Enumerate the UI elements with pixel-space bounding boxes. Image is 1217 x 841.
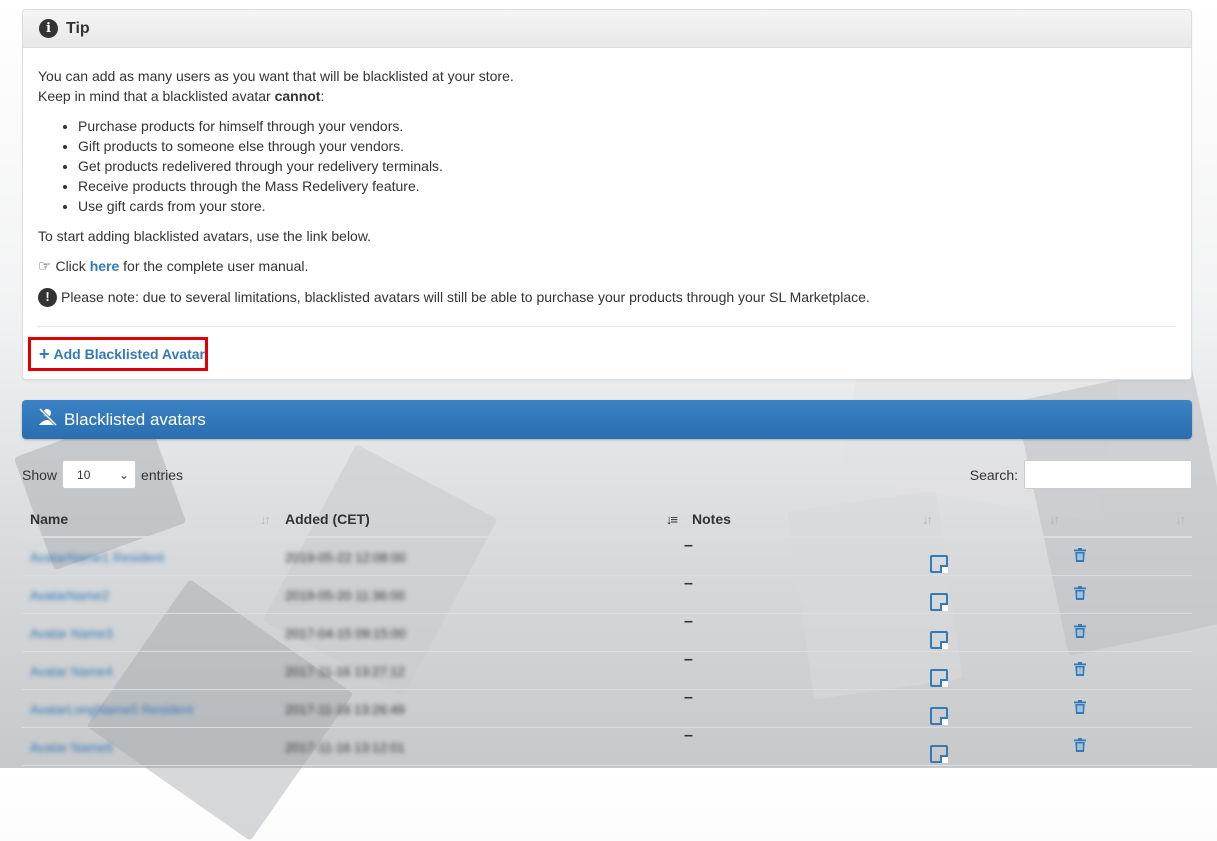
search-control: Search: [970,460,1192,489]
edit-note-icon[interactable] [930,555,948,573]
added-date: 2017-11-16 13:27:12 [285,663,405,679]
edit-note-icon[interactable] [930,593,948,611]
sort-icon: ↓↑ [922,511,933,527]
list-item: Purchase products for himself through yo… [78,116,1176,136]
blacklist-title: Blacklisted avatars [64,409,206,429]
tip-intro-line1: You can add as many users as you want th… [38,68,514,84]
add-button-label: Add Blacklisted Avatar [53,346,205,362]
table-row: Avatar Name4 2017-11-16 13:27:12 – [22,651,1192,690]
edit-note-icon[interactable] [930,669,948,687]
info-icon: i [39,19,58,38]
tip-panel-body: You can add as many users as you want th… [23,48,1191,327]
avatar-name-link[interactable]: AvatarLongName5 Resident [30,702,193,717]
edit-note-icon[interactable] [930,745,948,763]
blacklist-header: Blacklisted avatars [22,400,1192,439]
sort-icon: ↓↑ [260,511,271,527]
trash-icon[interactable] [1074,585,1086,604]
sort-icon: ↓↑ [1175,511,1186,527]
show-label: Show [22,466,58,483]
tip-intro-line2: Keep in mind that a blacklisted avatar c… [38,86,1176,106]
column-label: Notes [692,511,731,527]
table-row: Avatar Name3 2017-04-15 09:15:00 – [22,613,1192,652]
page-size-control: Show 10 ⌄ entries [22,460,183,489]
avatar-name-link[interactable]: Avatar Name3 [30,626,113,641]
edit-note-icon[interactable] [930,631,948,649]
table-row: AvatarName1 Resident 2019-05-22 12:08:00… [22,537,1192,576]
manual-suffix: for the complete user manual. [119,258,309,274]
manual-link[interactable]: here [90,258,120,274]
note-text: Please note: due to several limitations,… [61,289,870,305]
avatar-name-link[interactable]: Avatar Name4 [30,664,113,679]
tip-intro-prefix: Keep in mind that a blacklisted avatar [38,88,275,104]
table-row: AvatarLongName5 Resident 2017-11-16 13:2… [22,689,1192,728]
exclamation-icon: ! [38,287,57,307]
sort-desc-icon: ↓≡ [665,511,678,527]
plus-icon: + [39,344,50,364]
tip-panel-heading: i Tip [23,10,1191,48]
tip-title: Tip [66,19,90,37]
list-item: Get products redelivered through your re… [78,156,1176,176]
tip-panel: i Tip You can add as many users as you w… [22,9,1192,380]
notes-value: – [684,575,693,592]
table-row: Avatar Name6 2017-11-16 13:12:01 – [22,727,1192,766]
notes-value: – [684,689,693,706]
chevron-down-icon: ⌄ [118,467,130,482]
tip-intro-suffix: : [320,88,325,104]
column-header-name[interactable]: Name ↓↑ [22,502,277,536]
avatar-name-link[interactable]: Avatar Name6 [30,740,113,755]
manual-prefix: Click [55,258,90,274]
tip-intro-bold: cannot [274,88,321,104]
entries-label: entries [141,466,184,483]
column-header-edit[interactable]: ↓↑ [939,502,1066,536]
trash-icon[interactable] [1074,661,1086,680]
column-header-notes[interactable]: Notes ↓↑ [684,502,939,536]
blacklist-table: Name ↓↑ Added (CET) ↓≡ Notes ↓↑ ↓↑ ↓↑ Avata… [22,502,1192,766]
page-size-select[interactable]: 10 ⌄ [62,460,137,489]
list-item: Gift products to someone else through yo… [78,136,1176,156]
notes-value: – [684,727,693,744]
divider [38,326,1176,327]
trash-icon[interactable] [1074,547,1086,566]
column-label: Name [30,511,69,527]
column-header-delete[interactable]: ↓↑ [1066,502,1192,536]
hand-pointer-icon: ☞ [38,258,52,275]
sort-icon: ↓↑ [1049,511,1060,527]
added-date: 2019-05-22 12:08:00 [285,549,406,565]
add-blacklisted-avatar-button[interactable]: + Add Blacklisted Avatar [28,337,208,371]
manual-line: ☞ Click here for the complete user manual… [38,256,1176,277]
restriction-list: Purchase products for himself through yo… [38,116,1176,216]
list-item: Receive products through the Mass Redeli… [78,176,1176,196]
trash-icon[interactable] [1074,737,1086,756]
page-size-value: 10 [77,467,91,482]
notes-value: – [684,613,693,630]
table-header: Name ↓↑ Added (CET) ↓≡ Notes ↓↑ ↓↑ ↓↑ [22,502,1192,538]
avatar-name-link[interactable]: AvatarName2 [30,588,109,603]
notes-value: – [684,537,693,554]
search-input[interactable] [1024,460,1192,489]
note-line: ! Please note: due to several limitation… [38,287,1176,307]
edit-note-icon[interactable] [930,707,948,725]
added-date: 2017-04-15 09:15:00 [285,625,406,641]
trash-icon[interactable] [1074,699,1086,718]
trash-icon[interactable] [1074,623,1086,642]
start-text: To start adding blacklisted avatars, use… [38,228,372,244]
table-row: AvatarName2 2019-05-20 11:36:00 – [22,575,1192,614]
search-label: Search: [969,466,1018,483]
added-date: 2017-11-16 13:12:01 [285,739,405,755]
notes-value: – [684,651,693,668]
list-item: Use gift cards from your store. [78,196,1176,216]
added-date: 2017-11-16 13:26:49 [285,701,405,717]
added-date: 2019-05-20 11:36:00 [285,587,405,603]
column-header-added[interactable]: Added (CET) ↓≡ [277,502,684,536]
user-slash-icon [38,407,58,431]
column-label: Added (CET) [285,511,370,527]
avatar-name-link[interactable]: AvatarName1 Resident [30,550,164,565]
